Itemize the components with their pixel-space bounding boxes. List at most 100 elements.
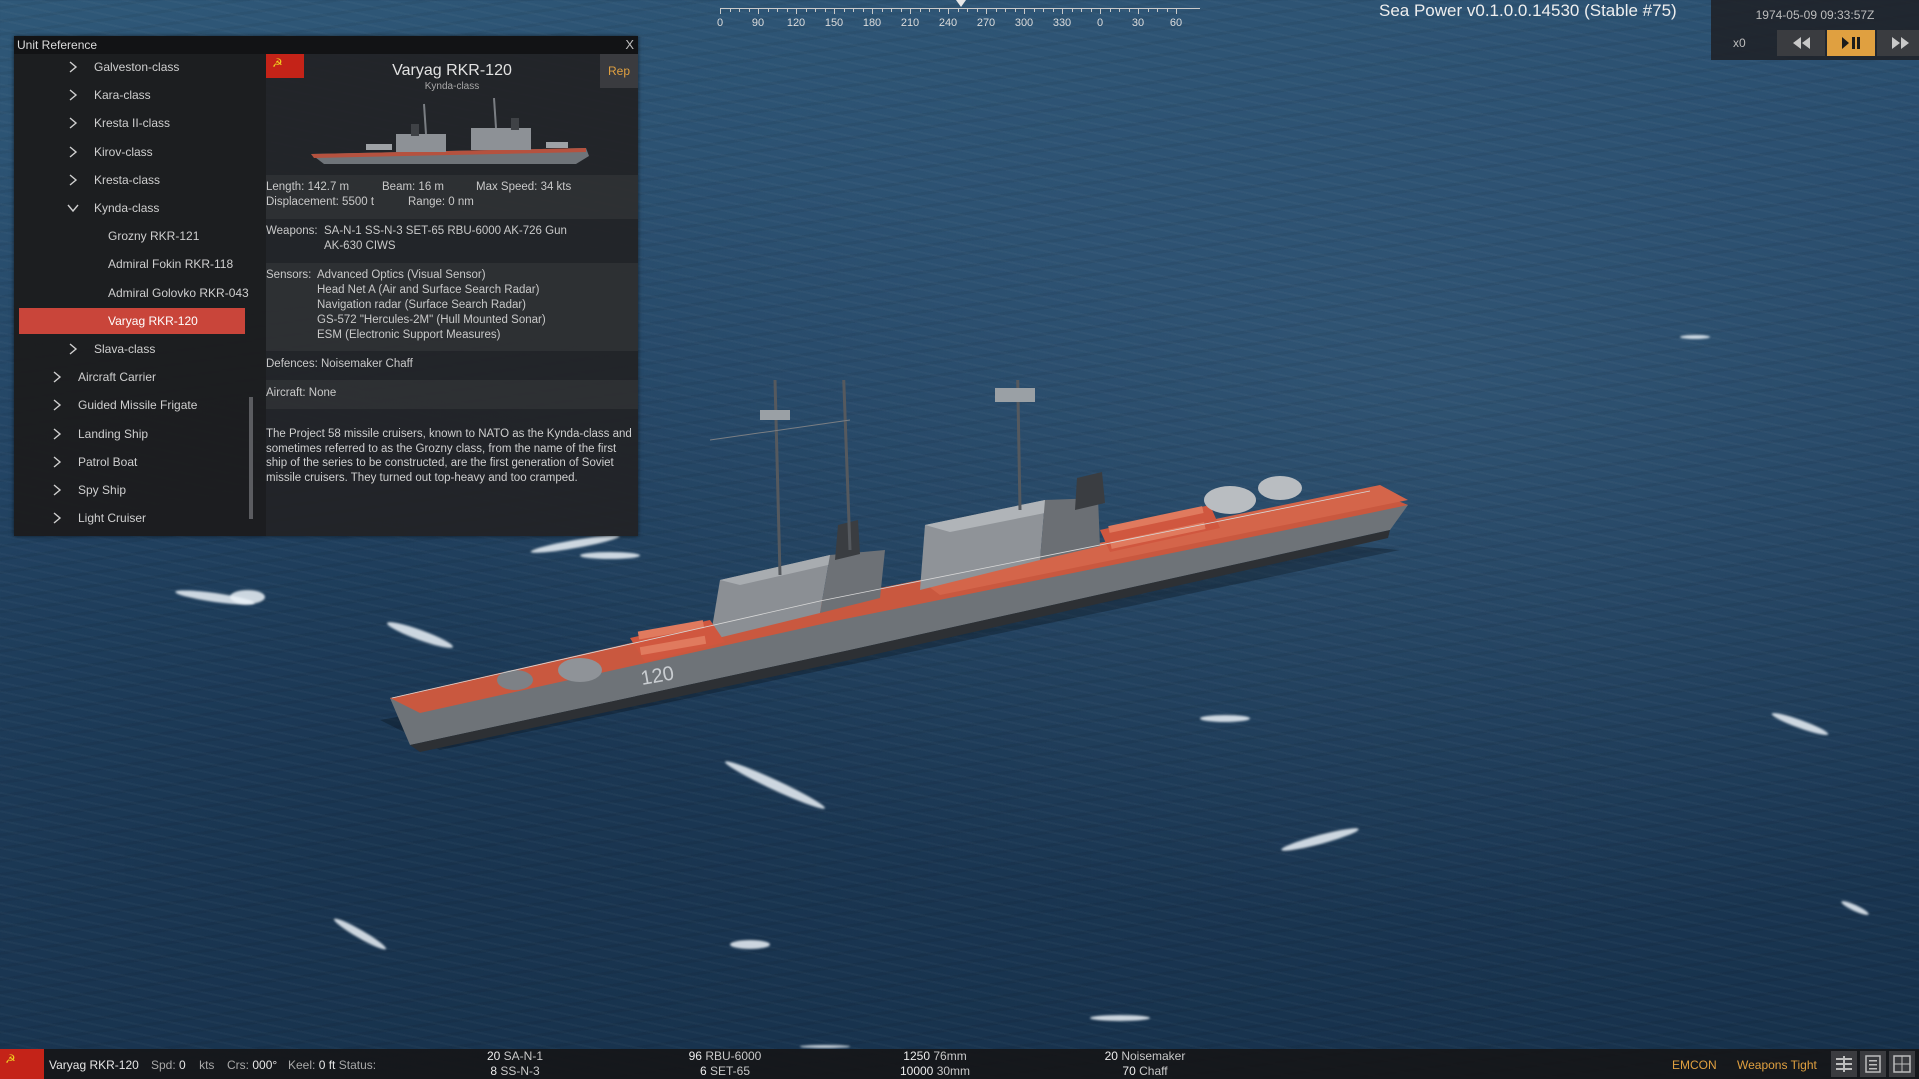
tree-item-label: Light Cruiser bbox=[78, 511, 147, 526]
sensors-section: Sensors: Advanced Optics (Visual Sensor)… bbox=[266, 263, 638, 351]
weapon-count: 10000 bbox=[899, 1064, 934, 1078]
tree-item[interactable]: Light Cruiser bbox=[14, 505, 249, 531]
weapon-count: 8 bbox=[490, 1064, 497, 1078]
tree-item-label: Kresta-class bbox=[94, 172, 161, 187]
compass-tick bbox=[1138, 8, 1139, 14]
compass-tick-label: 330 bbox=[1052, 17, 1072, 29]
chevron-right-icon[interactable] bbox=[50, 511, 64, 525]
tree-item[interactable]: Kresta II-class bbox=[14, 110, 249, 136]
tree-item[interactable]: Slava-class bbox=[14, 336, 249, 362]
compass-minor-tick bbox=[967, 8, 968, 12]
weapon-count: 96 bbox=[688, 1049, 702, 1063]
compass-minor-tick bbox=[729, 8, 731, 12]
chevron-right-icon[interactable] bbox=[66, 173, 80, 187]
tree-item-label: Kara-class bbox=[94, 88, 151, 103]
play-pause-button[interactable] bbox=[1827, 30, 1875, 56]
chevron-right-icon[interactable] bbox=[50, 398, 64, 412]
tree-item[interactable]: Aircraft Carrier bbox=[14, 364, 249, 390]
compass-minor-tick bbox=[929, 8, 930, 12]
tree-item[interactable]: Grozny RKR-121 bbox=[14, 223, 249, 249]
weapons-state-button[interactable]: Weapons Tight bbox=[1737, 1058, 1817, 1072]
aircraft-section: Aircraft: None bbox=[266, 380, 638, 409]
foam bbox=[230, 590, 265, 604]
time-control-panel: 1974-05-09 09:33:57Z x0 bbox=[1711, 0, 1919, 60]
weapon-count: 6 bbox=[699, 1064, 707, 1078]
log-button[interactable] bbox=[1860, 1051, 1886, 1077]
foam bbox=[1680, 335, 1710, 339]
chevron-right-icon[interactable] bbox=[50, 455, 64, 469]
tree-scrollbar[interactable] bbox=[249, 397, 253, 519]
close-button[interactable]: X bbox=[625, 37, 634, 52]
formation-icon bbox=[1836, 1056, 1852, 1072]
map-button[interactable] bbox=[1889, 1051, 1915, 1077]
chevron-right-icon[interactable] bbox=[50, 370, 64, 384]
game-datetime: 1974-05-09 09:33:57Z bbox=[1755, 8, 1875, 22]
chevron-right-icon[interactable] bbox=[66, 342, 80, 356]
weapon-count: 70 bbox=[1122, 1064, 1136, 1078]
fast-forward-icon bbox=[1892, 37, 1909, 49]
tree-item[interactable]: Kara-class bbox=[14, 82, 249, 108]
weapon-name: RBU-6000 bbox=[705, 1049, 762, 1063]
weapon-group[interactable]: 1250 76mm 10000 30mm bbox=[880, 1049, 990, 1079]
compass-tick-label: 210 bbox=[900, 17, 920, 29]
unit-class: Kynda-class bbox=[424, 81, 480, 92]
tree-item[interactable]: Landing Ship bbox=[14, 421, 249, 447]
weapon-count: 20 bbox=[486, 1049, 501, 1063]
compass-minor-tick bbox=[1119, 8, 1120, 12]
tree-item-label: Grozny RKR-121 bbox=[108, 229, 200, 244]
tree-item-selected[interactable]: Varyag RKR-120 bbox=[19, 307, 245, 334]
chevron-right-icon[interactable] bbox=[66, 116, 80, 130]
grid-icon bbox=[1893, 1055, 1911, 1073]
weapon-name: SA-N-1 bbox=[503, 1049, 544, 1063]
chevron-down-icon[interactable] bbox=[66, 201, 80, 215]
chevron-right-icon[interactable] bbox=[50, 483, 64, 497]
chevron-right-icon[interactable] bbox=[66, 145, 80, 159]
tree-item[interactable]: Guided Missile Frigate bbox=[14, 392, 249, 418]
unit-detail-panel: ☭ Rep Varyag RKR-120 Kynda-class Length:… bbox=[266, 54, 638, 536]
unit-reference-window: Unit Reference X Galveston-class Kara-cla… bbox=[14, 36, 638, 536]
foam bbox=[730, 940, 770, 949]
tree-item[interactable]: Admiral Golovko RKR-043 bbox=[14, 280, 249, 306]
tree-item-label: Kynda-class bbox=[94, 201, 160, 215]
compass-minor-tick bbox=[938, 8, 940, 12]
speed-readout: Spd: 0 kts bbox=[151, 1058, 214, 1072]
keel-value: 0 ft bbox=[318, 1058, 336, 1072]
compass-minor-tick bbox=[767, 8, 769, 12]
weapon-group[interactable]: 20 SA-N-1 8 SS-N-3 bbox=[470, 1049, 560, 1079]
chevron-right-icon[interactable] bbox=[66, 88, 80, 102]
fast-forward-button[interactable] bbox=[1877, 30, 1919, 56]
chevron-right-icon[interactable] bbox=[50, 427, 64, 441]
beam-value: Beam: 16 m bbox=[382, 181, 444, 193]
emcon-button[interactable]: EMCON bbox=[1672, 1058, 1717, 1072]
weapon-group[interactable]: 96 RBU-6000 6 SET-65 bbox=[670, 1049, 780, 1079]
compass-minor-tick bbox=[748, 8, 750, 12]
chevron-right-icon[interactable] bbox=[66, 60, 80, 74]
tree-item[interactable]: Spy Ship bbox=[14, 477, 249, 503]
compass-minor-tick bbox=[1081, 8, 1082, 12]
selected-unit-name[interactable]: Varyag RKR-120 bbox=[49, 1058, 139, 1072]
defences-value: Defences: Noisemaker Chaff bbox=[266, 358, 413, 370]
compass-tick-label: 120 bbox=[786, 17, 806, 29]
version-label: Sea Power v0.1.0.0.14530 (Stable #75) bbox=[1379, 1, 1677, 20]
formation-button[interactable] bbox=[1831, 1051, 1857, 1077]
rewind-button[interactable] bbox=[1777, 30, 1825, 56]
compass-minor-tick bbox=[786, 8, 788, 12]
course-readout: Crs: 000° bbox=[227, 1058, 277, 1072]
compass-tick bbox=[758, 8, 759, 14]
tree-item-label: Spy Ship bbox=[78, 483, 127, 497]
tree-item[interactable]: Kynda-class bbox=[14, 195, 249, 221]
tree-item[interactable]: Kresta-class bbox=[14, 167, 249, 193]
tree-item-label: Aircraft Carrier bbox=[78, 370, 157, 385]
window-titlebar[interactable]: Unit Reference X bbox=[14, 36, 638, 54]
tree-item[interactable]: Galveston-class bbox=[14, 54, 249, 80]
tree-item[interactable]: Patrol Boat bbox=[14, 449, 249, 475]
compass-minor-tick bbox=[824, 8, 826, 12]
compass-minor-tick bbox=[815, 8, 816, 12]
tree-item[interactable]: Kirov-class bbox=[14, 139, 249, 165]
ship-preview-image bbox=[311, 98, 589, 164]
compass-tick bbox=[986, 8, 987, 14]
weapon-count: 20 bbox=[1104, 1049, 1118, 1063]
weapon-group[interactable]: 20 Noisemaker 70 Chaff bbox=[1085, 1049, 1205, 1079]
tree-item[interactable]: Admiral Fokin RKR-118 bbox=[14, 251, 249, 277]
bottom-status-bar: ☭ Varyag RKR-120 Spd: 0 kts Crs: 000° Ke… bbox=[0, 1049, 1919, 1079]
